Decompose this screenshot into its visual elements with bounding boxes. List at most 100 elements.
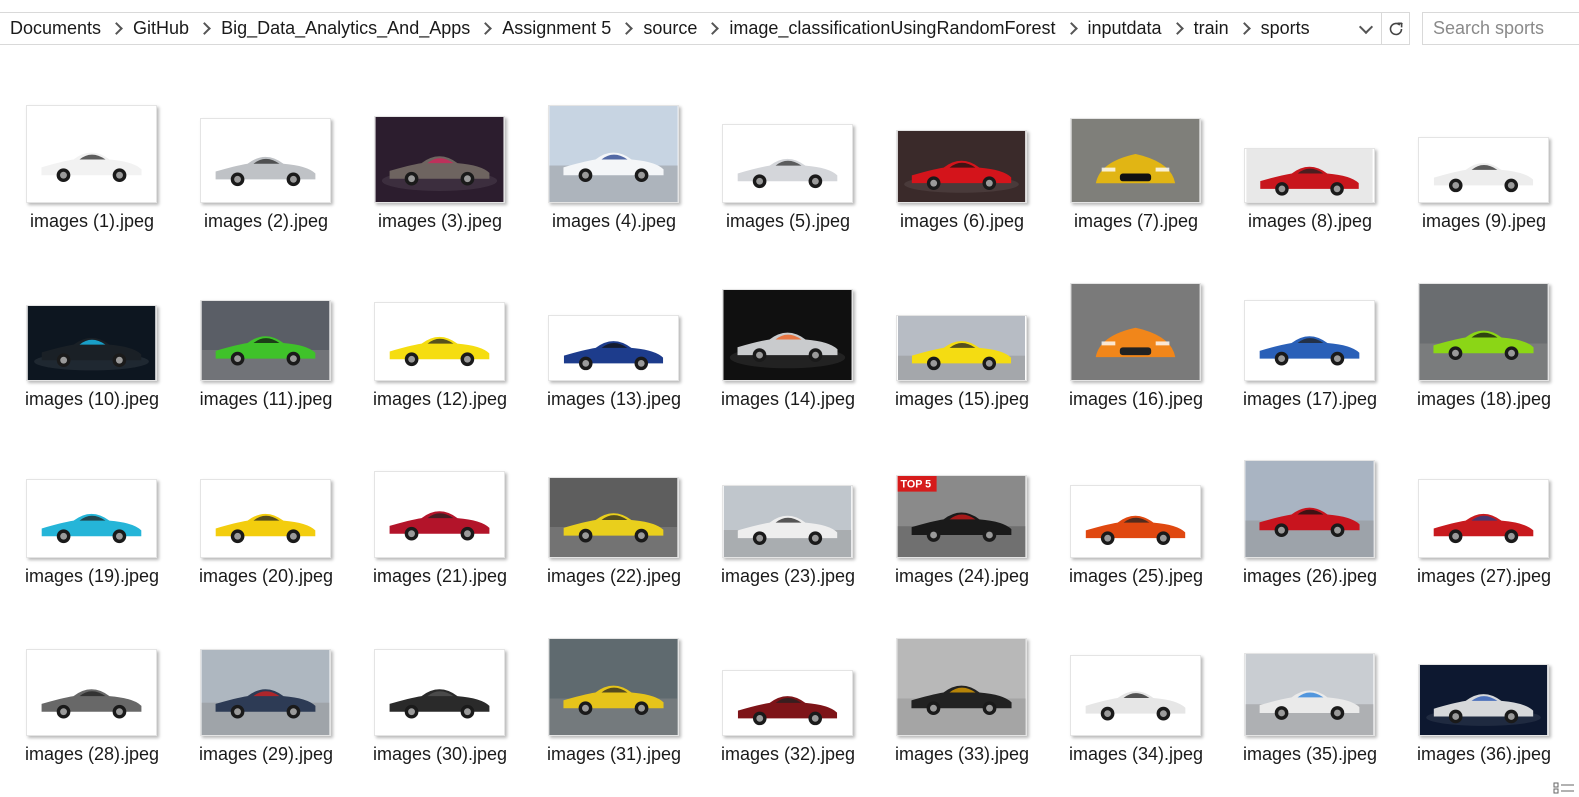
file-name: images (5).jpeg (725, 211, 851, 231)
file-item[interactable]: images (25).jpeg (1049, 440, 1223, 618)
image-thumbnail (1417, 282, 1549, 381)
file-item[interactable]: images (13).jpeg (527, 263, 701, 441)
thumbnail-frame (895, 85, 1027, 203)
file-item[interactable]: images (8).jpeg (1223, 85, 1397, 263)
breadcrumb-item[interactable]: source (643, 18, 697, 39)
breadcrumb-item[interactable]: Big_Data_Analytics_And_Apps (221, 18, 470, 39)
thumbnail-frame (721, 85, 853, 203)
file-item[interactable]: images (29).jpeg (179, 618, 353, 796)
file-item[interactable]: images (16).jpeg (1049, 263, 1223, 441)
thumbnail-frame (1069, 85, 1201, 203)
file-name: images (23).jpeg (720, 566, 856, 587)
file-item[interactable]: images (21).jpeg (353, 440, 527, 618)
file-item[interactable]: images (35).jpeg (1223, 618, 1397, 796)
file-item[interactable]: images (15).jpeg (875, 263, 1049, 441)
image-thumbnail (1069, 655, 1201, 737)
file-name: images (14).jpeg (720, 388, 856, 409)
thumbnail-frame (1243, 85, 1375, 203)
file-item[interactable]: images (9).jpeg (1397, 85, 1571, 263)
file-item[interactable]: images (14).jpeg (701, 263, 875, 441)
thumbnail-frame (721, 440, 853, 559)
file-name: images (22).jpeg (546, 566, 682, 587)
thumbnail-frame (1417, 440, 1549, 559)
file-item[interactable]: images (17).jpeg (1223, 263, 1397, 441)
breadcrumb-item[interactable]: train (1194, 18, 1229, 39)
file-item[interactable]: images (6).jpeg (875, 85, 1049, 263)
file-item[interactable]: images (3).jpeg (353, 85, 527, 263)
address-bar[interactable]: Documents GitHub Big_Data_Analytics_And_Ap… (0, 12, 1410, 45)
chevron-right-icon[interactable] (1162, 13, 1194, 44)
search-box[interactable] (1422, 12, 1579, 45)
file-item[interactable]: images (22).jpeg (527, 440, 701, 618)
image-thumbnail: TOP 5 (895, 475, 1027, 559)
file-name: images (18).jpeg (1416, 388, 1552, 409)
file-item[interactable]: images (20).jpeg (179, 440, 353, 618)
refresh-button[interactable] (1381, 13, 1409, 44)
file-item[interactable]: images (5).jpeg (701, 85, 875, 263)
file-item[interactable]: images (32).jpeg (701, 618, 875, 796)
file-item[interactable]: images (2).jpeg (179, 85, 353, 263)
chevron-right-icon[interactable] (101, 13, 133, 44)
breadcrumb-item[interactable]: Documents (10, 18, 101, 39)
file-item[interactable]: images (23).jpeg (701, 440, 875, 618)
file-name: images (25).jpeg (1068, 566, 1204, 587)
chevron-right-icon[interactable] (470, 13, 502, 44)
details-view-icon[interactable] (1553, 782, 1575, 794)
file-name: images (15).jpeg (894, 388, 1030, 409)
file-item[interactable]: images (1).jpeg (5, 85, 179, 263)
file-item[interactable]: TOP 5 images (24).jpeg (875, 440, 1049, 618)
refresh-icon (1389, 22, 1403, 35)
file-name: images (20).jpeg (198, 566, 334, 587)
file-name: images (29).jpeg (198, 744, 334, 765)
thumbnail-frame (25, 85, 157, 203)
thumbnail-frame (721, 263, 853, 381)
thumbnail-frame (547, 85, 679, 203)
file-item[interactable]: images (31).jpeg (527, 618, 701, 796)
image-thumbnail (25, 479, 157, 559)
breadcrumb-item[interactable]: sports (1261, 18, 1310, 39)
search-input[interactable] (1423, 13, 1579, 44)
file-item[interactable]: images (12).jpeg (353, 263, 527, 441)
file-item[interactable]: images (11).jpeg (179, 263, 353, 441)
file-item[interactable]: images (26).jpeg (1223, 440, 1397, 618)
file-item[interactable]: images (18).jpeg (1397, 263, 1571, 441)
file-item[interactable]: images (28).jpeg (5, 618, 179, 796)
chevron-right-icon[interactable] (611, 13, 643, 44)
file-item[interactable]: images (4).jpeg (527, 85, 701, 263)
file-grid: images (1).jpeg images (2).jpeg images (3)… (0, 85, 1579, 796)
thumbnail-frame (25, 618, 157, 737)
thumbnail-frame: TOP 5 (895, 440, 1027, 559)
image-thumbnail (1417, 664, 1549, 737)
image-thumbnail (721, 288, 853, 381)
breadcrumb-item[interactable]: GitHub (133, 18, 189, 39)
thumbnail-frame (199, 263, 331, 381)
image-thumbnail (373, 116, 505, 203)
thumbnail-frame (721, 618, 853, 737)
thumbnail-frame (1243, 440, 1375, 559)
image-thumbnail (721, 124, 853, 203)
file-name: images (9).jpeg (1421, 211, 1547, 231)
chevron-right-icon[interactable] (1056, 13, 1088, 44)
breadcrumb: Documents GitHub Big_Data_Analytics_And_Ap… (10, 13, 1310, 44)
file-item[interactable]: images (10).jpeg (5, 263, 179, 441)
file-item[interactable]: images (36).jpeg (1397, 618, 1571, 796)
breadcrumb-item[interactable]: image_classificationUsingRandomForest (729, 18, 1055, 39)
file-item[interactable]: images (27).jpeg (1397, 440, 1571, 618)
file-item[interactable]: images (33).jpeg (875, 618, 1049, 796)
file-name: images (36).jpeg (1416, 744, 1552, 765)
image-thumbnail (25, 105, 157, 203)
breadcrumb-item[interactable]: inputdata (1088, 18, 1162, 39)
file-name: images (3).jpeg (377, 211, 503, 231)
file-name: images (24).jpeg (894, 566, 1030, 587)
file-item[interactable]: images (30).jpeg (353, 618, 527, 796)
image-thumbnail (547, 477, 679, 559)
file-item[interactable]: images (7).jpeg (1049, 85, 1223, 263)
chevron-right-icon[interactable] (1229, 13, 1261, 44)
chevron-right-icon[interactable] (697, 13, 729, 44)
chevron-right-icon[interactable] (189, 13, 221, 44)
file-item[interactable]: images (34).jpeg (1049, 618, 1223, 796)
chevron-down-icon[interactable] (1356, 13, 1378, 44)
file-item[interactable]: images (19).jpeg (5, 440, 179, 618)
file-name: images (34).jpeg (1068, 744, 1204, 765)
breadcrumb-item[interactable]: Assignment 5 (502, 18, 611, 39)
